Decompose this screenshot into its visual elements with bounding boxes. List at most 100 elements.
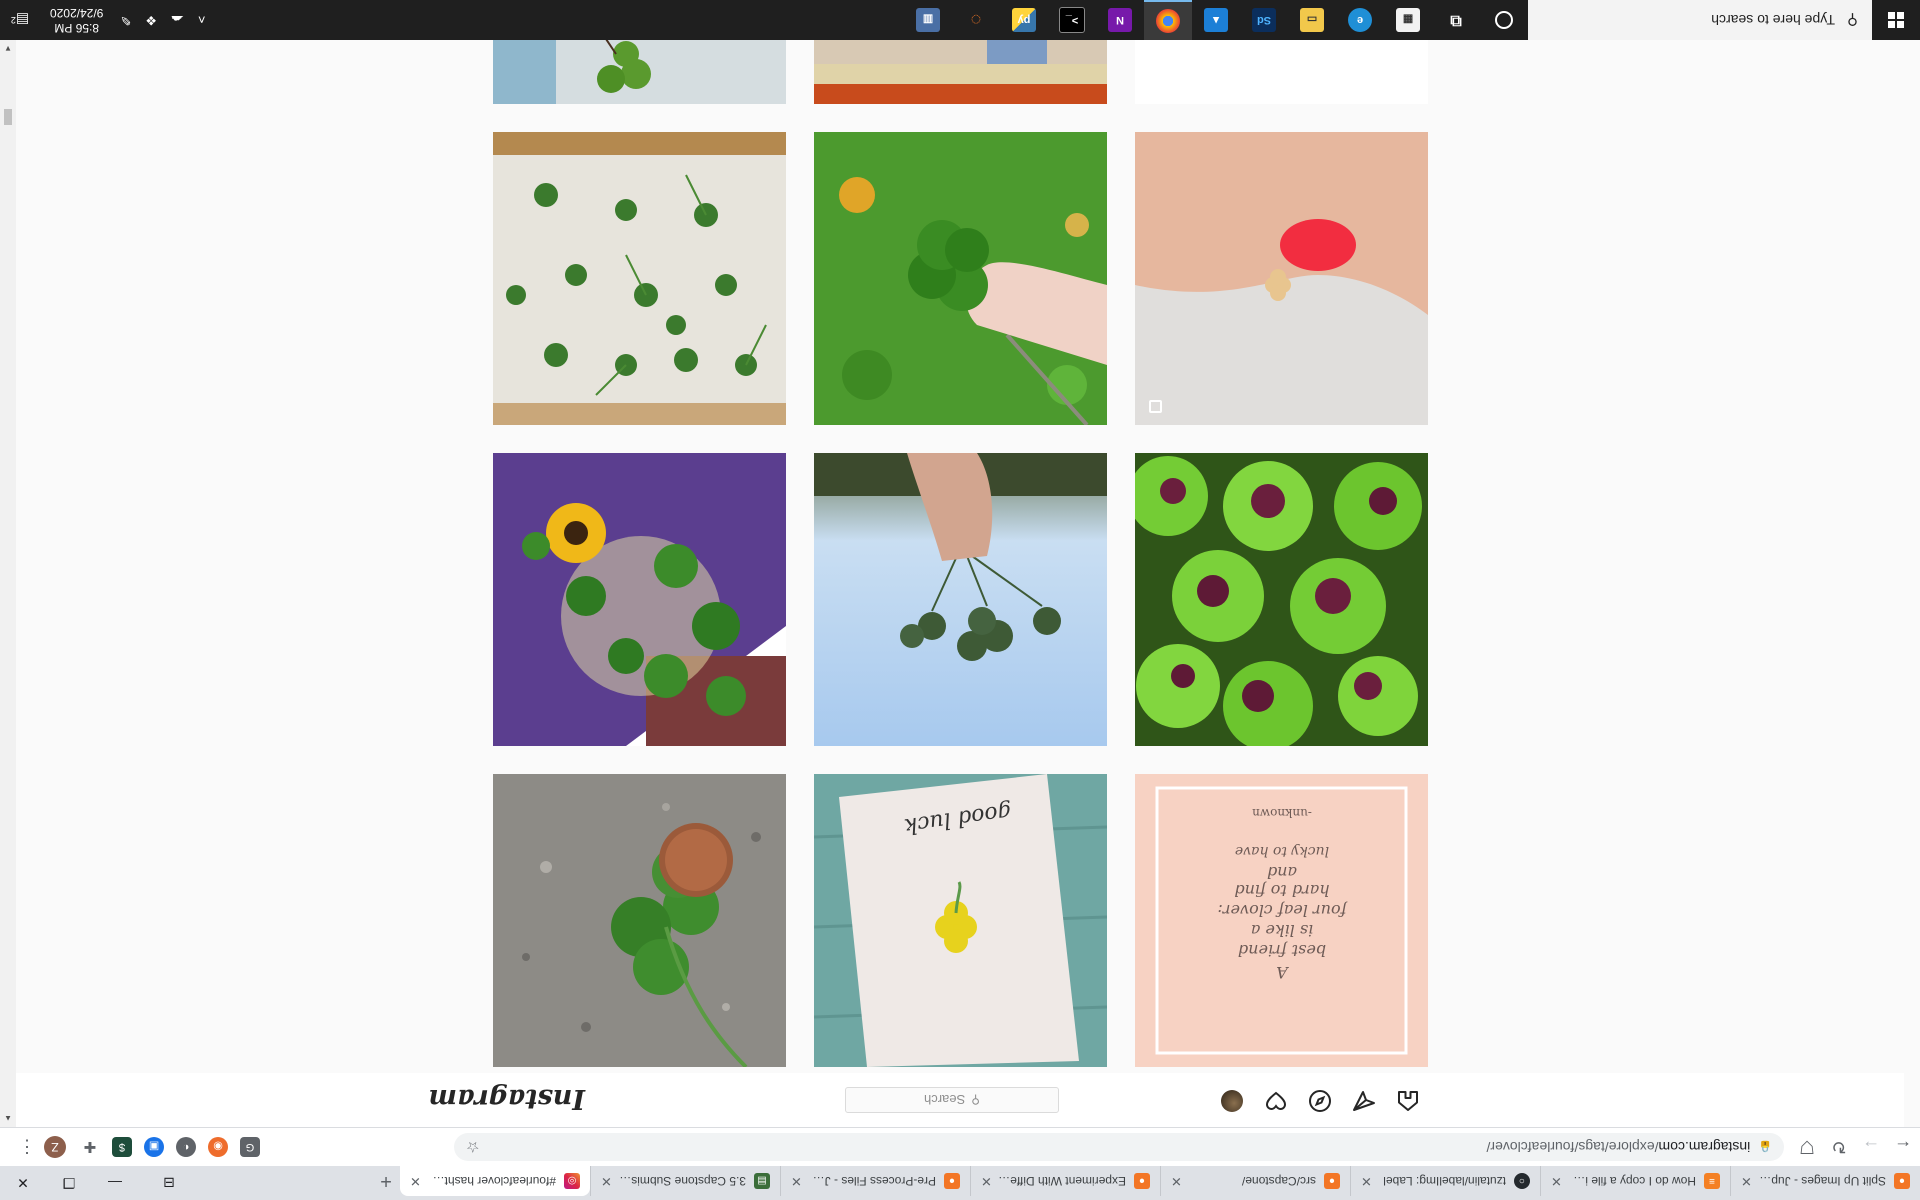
back-button[interactable]: ←: [1888, 1132, 1918, 1162]
profile-avatar-icon[interactable]: [1220, 1089, 1244, 1113]
chevron-up-icon[interactable]: ˄: [191, 13, 213, 28]
url-path: /explore/tags/fourleafclover/: [1486, 1139, 1659, 1155]
windows-search-placeholder: Type here to search: [1711, 12, 1835, 28]
close-tab-icon[interactable]: ✕: [1361, 1173, 1372, 1189]
file-explorer-icon[interactable]: ▭: [1288, 0, 1336, 40]
browser-tab[interactable]: ≡ How do I copy a file in Pyth ✕: [1540, 1166, 1730, 1196]
scroll-down-arrow[interactable]: ▼: [4, 44, 12, 53]
post-purple-green-oxalis-clovers[interactable]: [1135, 453, 1428, 746]
post-hand-holding-four-leaf-clover[interactable]: [814, 132, 1107, 425]
post-clovers-drying-on-paper-towel[interactable]: [493, 132, 786, 425]
quote-line: four leaf clover:: [1218, 901, 1348, 920]
forward-button[interactable]: →: [1856, 1132, 1886, 1162]
close-tab-icon[interactable]: ✕: [1741, 1173, 1752, 1189]
office-building-icon[interactable]: ▥: [904, 0, 952, 40]
extension-orange-icon[interactable]: ◉: [208, 1137, 228, 1157]
scrollbar-thumb[interactable]: [4, 109, 12, 125]
tab-title: #fourleafclover hashtag on: [426, 1174, 556, 1188]
restore-button[interactable]: ❐: [46, 1166, 92, 1200]
close-tab-icon[interactable]: ✕: [1551, 1173, 1562, 1189]
post-building-photo[interactable]: [814, 40, 1107, 104]
windows-taskbar: ⚲ Type here to search ⧉ ▦ e ▭ Sd ▲ N >_ …: [0, 0, 1920, 40]
browser-tab-strip: ● Split Up Images - Jupyter N ✕ ≡ How do…: [0, 1166, 1920, 1200]
post-blank-white[interactable]: [1135, 40, 1428, 104]
github-icon: ○: [1514, 1173, 1530, 1189]
address-bar[interactable]: 🔒 instagram.com/explore/tags/fourleafclo…: [454, 1133, 1784, 1161]
post-clover-with-sunflower[interactable]: [493, 453, 786, 746]
shield-icon[interactable]: ⛉: [1792, 1132, 1822, 1162]
doc-icon: ▤: [754, 1173, 770, 1189]
reload-button[interactable]: ↻: [1824, 1132, 1854, 1162]
search-placeholder: Search: [924, 1092, 966, 1108]
quote-line: is like a: [1251, 921, 1313, 940]
onenote-icon[interactable]: N: [1096, 0, 1144, 40]
dropbox-icon[interactable]: ❖: [138, 12, 164, 28]
windows-start-button[interactable]: [1872, 0, 1920, 40]
close-tab-icon[interactable]: ✕: [791, 1173, 802, 1189]
screen: ● Split Up Images - Jupyter N ✕ ≡ How do…: [0, 0, 1920, 1200]
browser-tab[interactable]: ● Experiment With Different ✕: [970, 1166, 1160, 1196]
scroll-up-arrow[interactable]: ▲: [4, 1114, 12, 1123]
chrome-icon[interactable]: [1144, 0, 1192, 40]
terminal-icon[interactable]: >_: [1048, 0, 1096, 40]
close-tab-icon[interactable]: ✕: [601, 1173, 612, 1189]
close-tab-icon[interactable]: ✕: [981, 1173, 992, 1189]
extension-blue-icon[interactable]: ▣: [144, 1137, 164, 1157]
extension-green-icon[interactable]: $: [112, 1137, 132, 1157]
notification-center-icon[interactable]: ▤ 2: [0, 12, 40, 29]
tab-search-icon[interactable]: ⊟: [146, 1166, 192, 1200]
task-view-icon[interactable]: ⧉: [1432, 0, 1480, 40]
explore-compass-icon[interactable]: [1308, 1089, 1332, 1113]
new-tab-button[interactable]: +: [372, 1166, 400, 1196]
jupyter-icon: ●: [944, 1173, 960, 1189]
post-best-friend-quote[interactable]: A best friend is like a four leaf clover…: [1135, 774, 1428, 1067]
tab-title: Experiment With Different: [997, 1174, 1126, 1188]
extension-record-icon[interactable]: ◐: [176, 1137, 196, 1157]
browser-tab-active[interactable]: ◎ #fourleafclover hashtag on ✕: [400, 1166, 590, 1196]
close-tab-icon[interactable]: ✕: [410, 1173, 421, 1189]
tab-title: Pre-Process Files - Jupyter: [808, 1174, 936, 1188]
browser-tab[interactable]: ▤ 3.5 Capstone Submission ✕: [590, 1166, 780, 1196]
heart-icon[interactable]: [1264, 1089, 1288, 1113]
profile-avatar[interactable]: Z: [44, 1136, 66, 1158]
browser-tab[interactable]: ● Pre-Process Files - Jupyter ✕: [780, 1166, 970, 1196]
instagram-logo[interactable]: Instagram: [428, 1083, 585, 1114]
edge-icon[interactable]: e: [1336, 0, 1384, 40]
page-scrollbar[interactable]: ▲ ▼: [0, 40, 16, 1127]
multiple-photos-icon: [1149, 400, 1162, 413]
browser-tab[interactable]: ○ tzutalin/labelImg: Label ✕: [1350, 1166, 1540, 1196]
extension-g-icon[interactable]: G: [240, 1137, 260, 1157]
lock-icon[interactable]: 🔒: [1758, 1141, 1772, 1154]
pen-icon[interactable]: ✎: [113, 12, 138, 28]
post-clover-charm-necklace[interactable]: [1135, 132, 1428, 425]
cortana-icon[interactable]: [1480, 0, 1528, 40]
building-app-icon[interactable]: ▦: [1384, 0, 1432, 40]
clock-time: 8:56 PM: [54, 21, 100, 35]
clock[interactable]: 8:56 PM 9/24/2020: [40, 5, 113, 35]
search-input[interactable]: ⚲ Search: [845, 1087, 1059, 1113]
jupyter-icon[interactable]: ◌: [952, 0, 1000, 40]
home-icon[interactable]: [1396, 1089, 1420, 1113]
close-window-button[interactable]: ✕: [0, 1166, 46, 1200]
close-tab-icon[interactable]: ✕: [1171, 1173, 1182, 1189]
photoshop-icon[interactable]: Sd: [1240, 0, 1288, 40]
windows-search-box[interactable]: ⚲ Type here to search: [1528, 0, 1872, 40]
browser-tab[interactable]: ● Split Up Images - Jupyter N ✕: [1730, 1166, 1920, 1196]
post-clover-next-to-coin[interactable]: [493, 774, 786, 1067]
direct-message-icon[interactable]: [1352, 1089, 1376, 1113]
url-host: instagram.com: [1658, 1139, 1751, 1155]
instagram-header: Instagram ⚲ Search: [16, 1072, 1904, 1127]
browser-tab[interactable]: ● src/Capstone/ ✕: [1160, 1166, 1350, 1196]
tab-title: tzutalin/labelImg: Label: [1383, 1174, 1506, 1188]
python-icon[interactable]: py: [1000, 0, 1048, 40]
post-good-luck-card[interactable]: good luck: [814, 774, 1107, 1067]
post-clover-on-windowsill[interactable]: [493, 40, 786, 104]
cloud-icon[interactable]: ☁: [164, 12, 191, 28]
menu-dots-icon[interactable]: ⋮: [18, 1137, 36, 1158]
instagram-icon: ◎: [564, 1173, 580, 1189]
photos-icon[interactable]: ▲: [1192, 0, 1240, 40]
bookmark-star-icon[interactable]: ☆: [466, 1138, 479, 1156]
puzzle-icon[interactable]: ✚: [80, 1137, 100, 1157]
post-hand-holding-clovers-against-sky[interactable]: [814, 453, 1107, 746]
minimize-button[interactable]: —: [92, 1166, 138, 1200]
